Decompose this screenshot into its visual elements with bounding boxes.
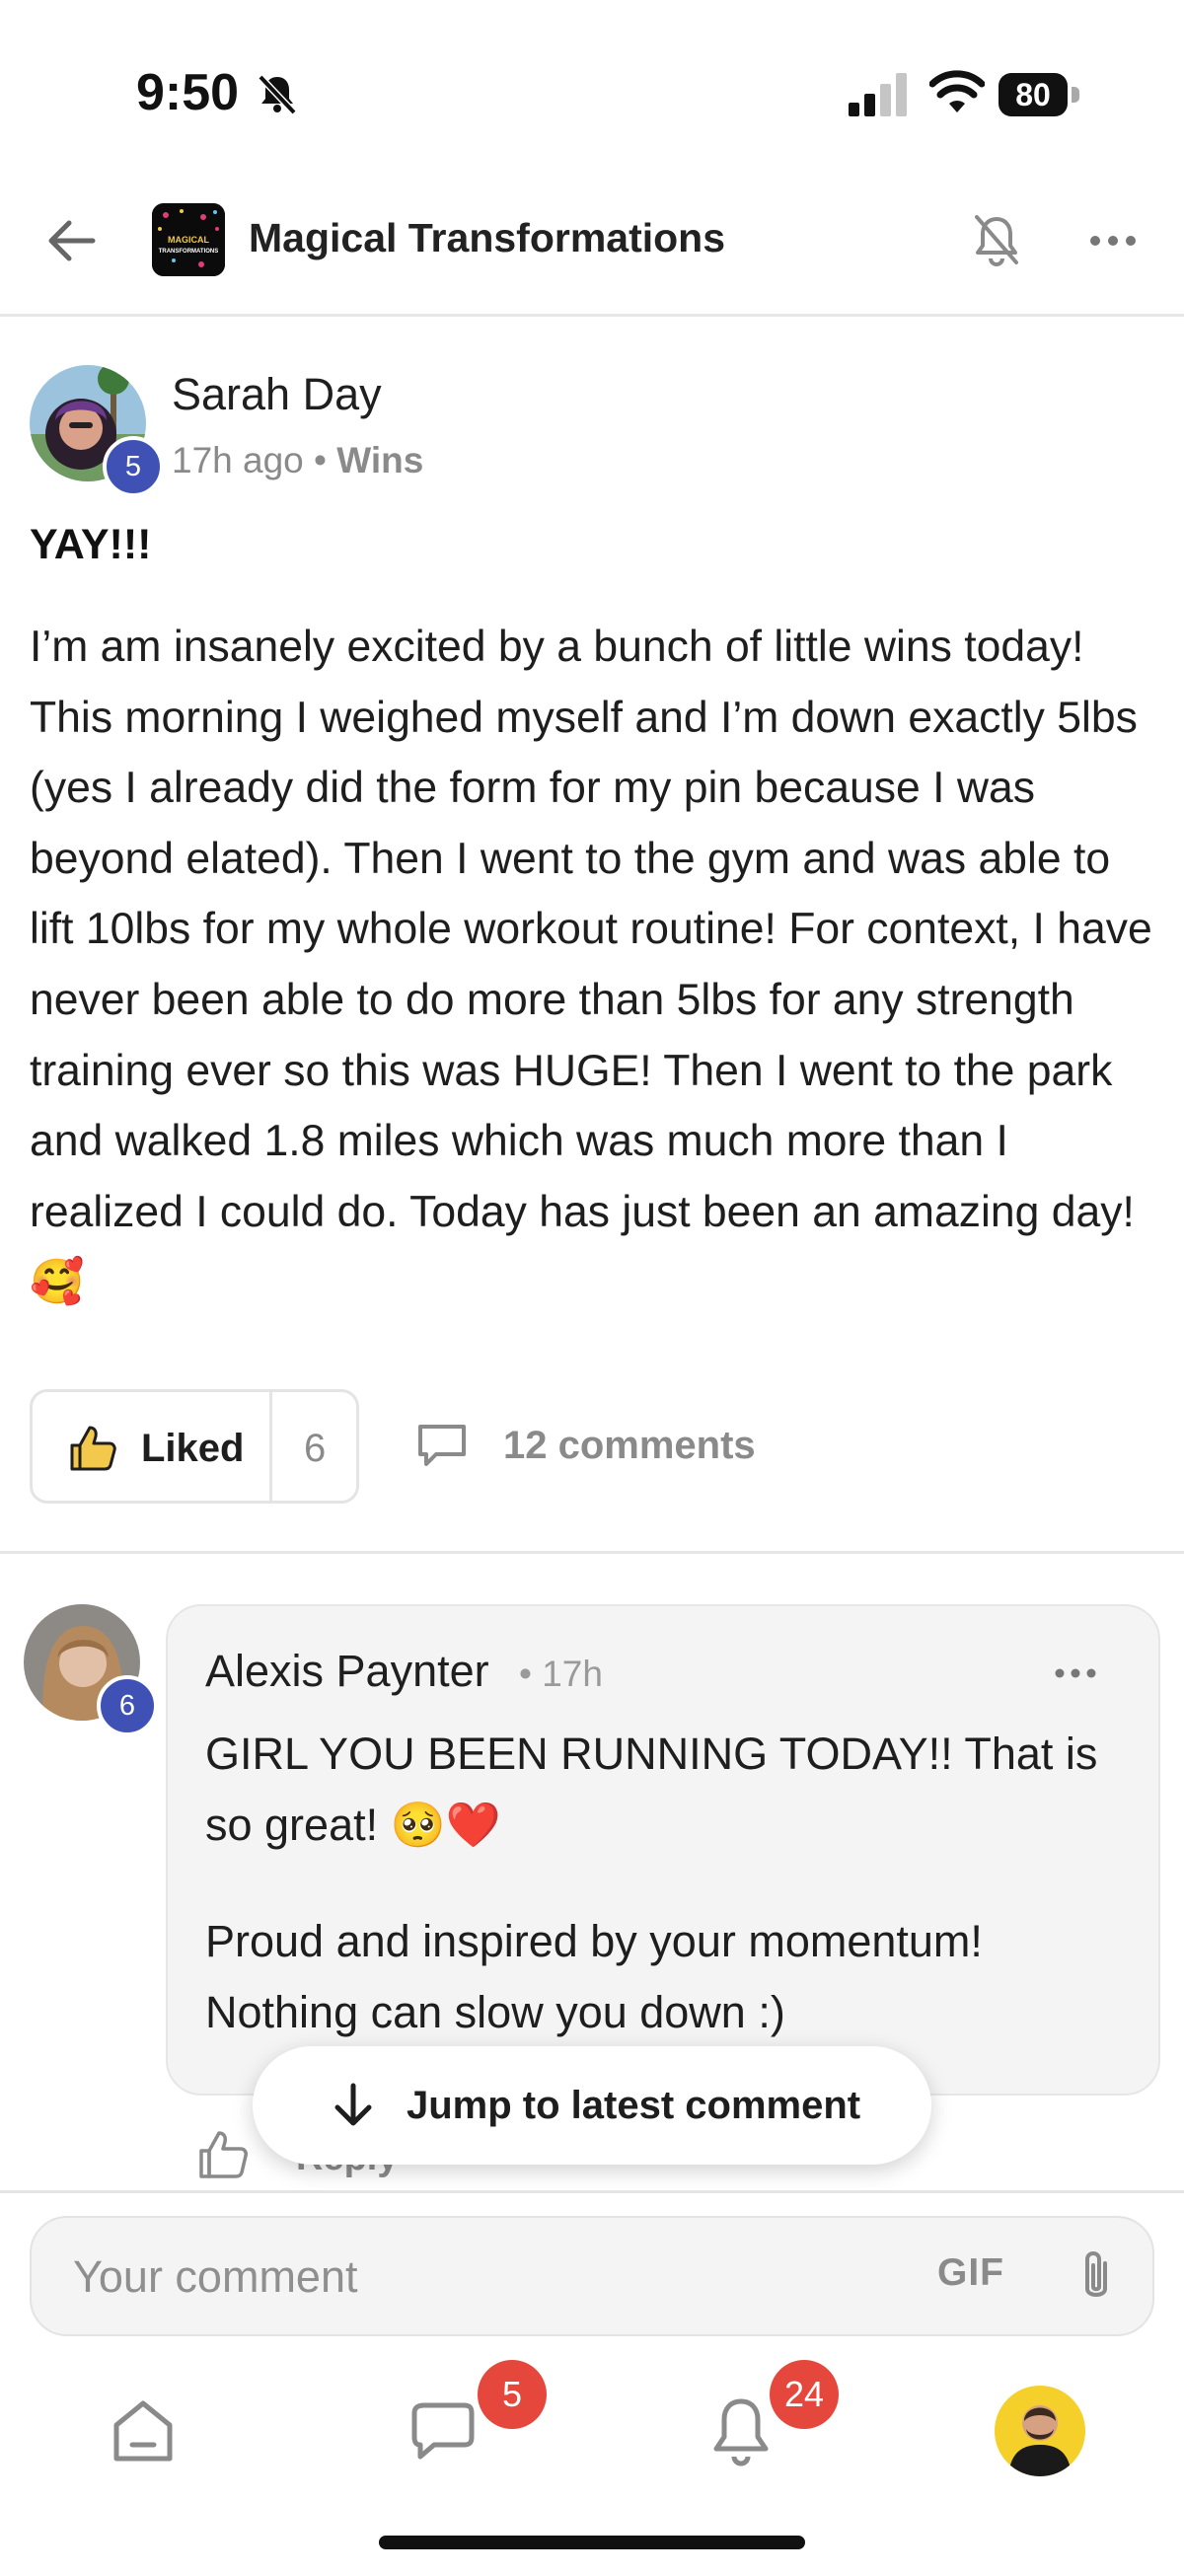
wifi-icon [929, 70, 985, 112]
home-nav-icon[interactable] [99, 2388, 187, 2476]
comment-bubble-icon[interactable] [414, 1417, 470, 1472]
like-button[interactable]: Liked 6 [30, 1389, 359, 1504]
arrow-down-icon [334, 2083, 372, 2126]
back-arrow-icon[interactable] [36, 205, 107, 276]
commenter-level-badge: 6 [97, 1675, 158, 1736]
gif-button[interactable]: GIF [937, 2251, 1004, 2295]
post-divider [0, 1551, 1184, 1554]
post-body: I’m am insanely excited by a bunch of li… [30, 623, 1152, 1307]
group-logo-image: MAGICAL TRANSFORMATIONS [152, 203, 225, 276]
like-count[interactable]: 6 [304, 1427, 326, 1471]
silent-mode-icon [258, 74, 297, 115]
status-time: 9:50 [136, 64, 240, 121]
meta-separator: • [314, 440, 327, 480]
comment-composer[interactable]: GIF [30, 2216, 1154, 2336]
like-separator [269, 1392, 272, 1501]
header-divider [0, 314, 1184, 317]
group-title[interactable]: Magical Transformations [249, 215, 725, 261]
jump-to-latest-button[interactable]: Jump to latest comment [253, 2046, 931, 2165]
comment-paragraph: Proud and inspired by your momentum! Not… [205, 1916, 983, 2037]
thumbs-up-icon [70, 1426, 116, 1471]
comment-input[interactable] [71, 2245, 884, 2309]
post-title: YAY!!! [30, 521, 152, 568]
group-logo[interactable]: MAGICAL TRANSFORMATIONS [152, 203, 225, 276]
comment-author[interactable]: Alexis Paynter [205, 1646, 489, 1697]
notifications-off-bell-icon[interactable] [959, 203, 1034, 278]
home-indicator[interactable] [379, 2536, 805, 2549]
comment-options-icon[interactable] [1038, 1644, 1113, 1703]
cellular-signal-icon [849, 73, 907, 116]
author-level-badge: 5 [103, 436, 164, 497]
comment-time: • 17h [519, 1654, 603, 1694]
profile-nav-avatar[interactable] [995, 2386, 1085, 2476]
comment-like-icon[interactable] [195, 2127, 251, 2182]
svg-text:TRANSFORMATIONS: TRANSFORMATIONS [159, 249, 219, 255]
attachment-paperclip-icon[interactable] [1068, 2245, 1125, 2307]
author-name[interactable]: Sarah Day [172, 369, 382, 420]
svg-text:MAGICAL: MAGICAL [168, 235, 209, 245]
more-options-icon[interactable] [1075, 203, 1150, 278]
battery-level: 80 [999, 73, 1068, 116]
post-time: 17h ago [172, 440, 304, 480]
battery-indicator: 80 [999, 73, 1081, 116]
comments-count[interactable]: 12 comments [503, 1424, 756, 1468]
jump-label: Jump to latest comment [407, 2084, 861, 2127]
post-category[interactable]: Wins [336, 440, 423, 480]
comment-text: GIRL YOU BEEN RUNNING TODAY!! That is so… [205, 1719, 1133, 2094]
chat-nav-icon[interactable] [399, 2388, 487, 2476]
post-meta: 17h ago • Wins [172, 440, 423, 481]
chat-badge: 5 [478, 2360, 547, 2429]
comment-paragraph: GIRL YOU BEEN RUNNING TODAY!! That is so… [205, 1729, 1098, 1850]
battery-cap [1072, 87, 1079, 103]
like-label: Liked [141, 1427, 245, 1470]
notifications-badge: 24 [770, 2360, 839, 2429]
profile-avatar-image [995, 2386, 1085, 2476]
